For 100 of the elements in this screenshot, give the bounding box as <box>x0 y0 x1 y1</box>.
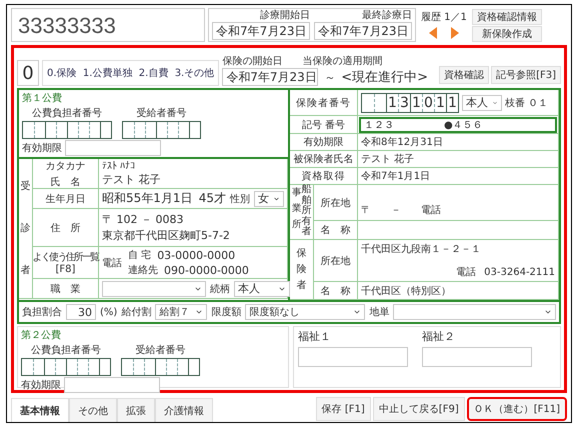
recipient-number-label: 受給者番号 <box>136 106 186 120</box>
section-title: 第１公費 <box>22 92 62 105</box>
sex-select[interactable]: 女 <box>254 190 284 206</box>
contact-phone: 090-0000-0000 <box>164 264 249 276</box>
footer-button[interactable]: 保存 [F1] <box>316 397 371 421</box>
expiry-date: 令和8年12月31日 <box>361 136 443 149</box>
ok-button[interactable]: ＯＫ（進む）[F11] <box>466 397 567 421</box>
birth-date: 昭和55年1月1日 <box>102 190 193 207</box>
insurer-number-label: 保険者番号 <box>296 96 351 110</box>
acquired-label: 資格取得 <box>302 170 346 183</box>
welfare-field[interactable] <box>422 347 532 367</box>
period-button[interactable]: 資格確認 <box>439 66 490 84</box>
expiry-field[interactable] <box>65 140 161 156</box>
header-button[interactable]: 資格確認情報 <box>472 8 542 24</box>
start-date-field[interactable]: 令和7年7月23日 <box>222 68 318 86</box>
insurer-side-label: 保険者 <box>296 246 306 292</box>
kana-name: ﾃｽﾄ ﾊﾅｺ <box>102 160 136 172</box>
employer-address-label: 所在地 <box>320 196 350 210</box>
patient-name: テスト 花子 <box>102 172 160 187</box>
name-label: 氏 名 <box>50 176 80 188</box>
home-phone: 03-0000-0000 <box>157 248 236 262</box>
section-title: 第２公費 <box>21 328 61 342</box>
date-field[interactable]: 令和7年7月23日 <box>212 22 310 40</box>
chevron-down-icon <box>195 308 204 316</box>
ship-owner-label: 船舶所有者 <box>301 185 312 239</box>
age: 45才 <box>198 190 226 207</box>
chevron-down-icon <box>353 308 362 316</box>
relation-label: 続柄 <box>210 282 230 296</box>
start-date-label: 保険の開始日 <box>222 55 282 68</box>
employer-postal: 〒 － <box>361 204 401 217</box>
insurer-name-label: 名 称 <box>320 284 350 298</box>
address-label: 住 所 <box>50 222 80 234</box>
recipient-number-label: 受給者番号 <box>136 344 186 357</box>
local-select[interactable] <box>393 304 556 320</box>
birth-label: 生年月日 <box>46 192 86 206</box>
payer-number-label: 公費負担者番号 <box>32 106 102 120</box>
burden-field[interactable]: 30 <box>66 304 96 320</box>
local-label: 地単 <box>369 306 390 319</box>
expiry-label: 有効期限 <box>304 136 344 149</box>
employer-label: 事業所 <box>292 187 302 230</box>
expiry-field[interactable] <box>64 377 160 393</box>
address-list-key: [F8] <box>56 264 76 275</box>
date-field[interactable]: 令和7年7月23日 <box>314 22 412 40</box>
home-phone-label: 自 宅 <box>128 248 152 262</box>
category-field[interactable]: 0 <box>17 60 39 86</box>
payer-number-field[interactable] <box>22 121 112 139</box>
employer-phone-label: 電話 <box>421 204 441 217</box>
insured-name: テスト 花子 <box>361 152 414 166</box>
relation-select[interactable]: 本人 <box>234 280 290 296</box>
header-button[interactable]: 新保険作成 <box>472 26 542 42</box>
address: 東京都千代田区麹町5-7-2 <box>102 228 230 243</box>
symbol-number-field[interactable]: １２３ ●４５６ <box>359 116 557 132</box>
history-count: 履歴 1／1 <box>421 11 467 24</box>
period-button[interactable]: 記号参照[F3] <box>491 66 561 84</box>
insurer-name: 千代田区（特別区） <box>361 284 451 298</box>
insurer-address: 千代田区九段南１－２－１ <box>361 242 481 256</box>
limit-select[interactable]: 限度額なし <box>245 304 366 320</box>
footer-button[interactable]: 中止して戻る[F9] <box>372 397 465 421</box>
contact-phone-label: 連絡先 <box>128 264 158 277</box>
tab[interactable]: その他 <box>69 398 117 422</box>
chevron-down-icon <box>544 308 552 316</box>
branch-number: 枝番 ０１ <box>505 96 548 110</box>
welfare-field[interactable] <box>298 347 408 367</box>
recipient-number-field[interactable] <box>121 358 200 376</box>
address-list-link[interactable]: よく使う住所一覧 <box>32 250 98 264</box>
holder-select[interactable]: 本人 <box>462 94 502 110</box>
expiry-label: 有効期限 <box>22 142 62 155</box>
left-arrow-icon[interactable] <box>428 27 437 39</box>
date-label: 診療開始日 <box>260 8 310 22</box>
period-end: <現在進行中> <box>341 69 428 86</box>
tab[interactable]: 基本情報 <box>11 398 69 422</box>
category-options: 0.保険 1.公費単独 2.自費 3.その他 <box>42 60 220 86</box>
occupation-select[interactable] <box>102 280 206 296</box>
insurer-phone: 03-3264-2111 <box>484 266 555 278</box>
welfare-label: 福祉１ <box>298 329 332 344</box>
recipient-number-field[interactable] <box>122 121 201 139</box>
phone-label: 電話 <box>102 256 122 270</box>
insurer-address-label: 所在地 <box>320 254 350 268</box>
date-label: 最終診療日 <box>362 8 412 22</box>
patient-id: 33333333 <box>11 8 205 42</box>
symbol-number-label: 記号 番号 <box>302 118 346 132</box>
percent-unit: (%) <box>100 306 118 318</box>
postal-code: 〒 102 － 0083 <box>102 212 184 227</box>
benefit-label: 給付割 <box>121 306 152 319</box>
burden-label: 負担割合 <box>22 306 62 319</box>
payer-number-field[interactable] <box>21 358 111 376</box>
limit-label: 限度額 <box>211 306 242 319</box>
employer-name-label: 名 称 <box>320 224 350 237</box>
tilde: ～ <box>324 70 336 84</box>
period-label: 当保険の適用期間 <box>302 54 382 68</box>
tab[interactable]: 拡張 <box>117 398 155 422</box>
right-arrow-icon[interactable] <box>450 27 459 39</box>
welfare-label: 福祉２ <box>422 329 456 344</box>
insurer-phone-label: 電話 <box>456 266 476 279</box>
tab[interactable]: 介護情報 <box>155 398 213 422</box>
occupation-label: 職 業 <box>50 282 80 296</box>
sex-label: 性別 <box>230 192 250 206</box>
benefit-select[interactable]: 給割７ <box>155 304 208 320</box>
expiry-label: 有効期限 <box>21 378 61 392</box>
payer-number-label: 公費負担者番号 <box>31 344 101 357</box>
